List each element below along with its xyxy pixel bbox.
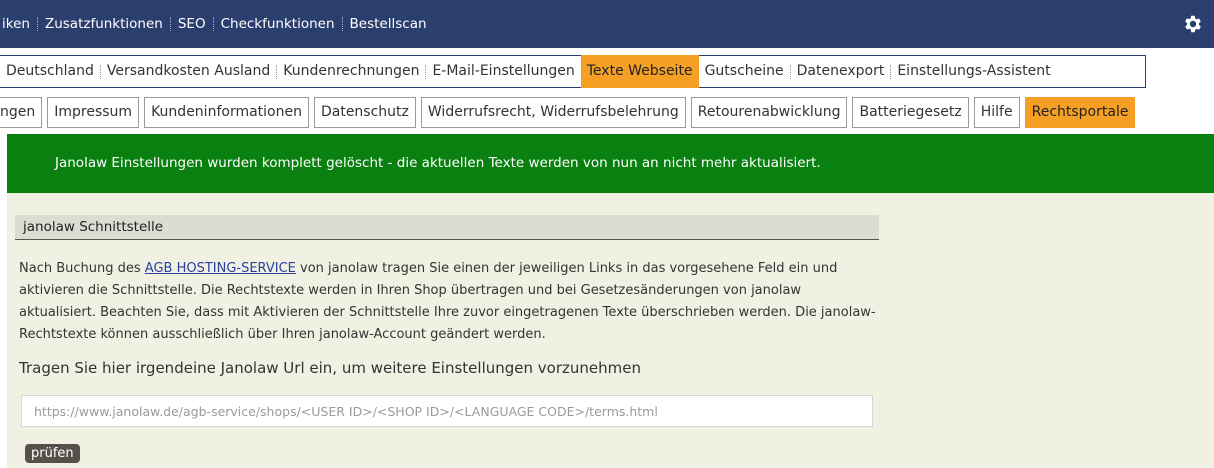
top-navigation: iken Zusatzfunktionen SEO Checkfunktione… <box>0 0 1214 48</box>
janolaw-url-input[interactable] <box>21 395 873 427</box>
settings-subnav: Deutschland Versandkosten Ausland Kunden… <box>0 55 1146 88</box>
subnav-item-email-einstellungen[interactable]: E-Mail-Einstellungen <box>426 55 580 88</box>
top-nav-item-seo[interactable]: SEO <box>171 16 213 32</box>
tab-datenschutz[interactable]: Datenschutz <box>313 97 416 128</box>
success-banner: Janolaw Einstellungen wurden komplett ge… <box>7 134 1214 193</box>
agb-hosting-service-link[interactable]: AGB HOSTING-SERVICE <box>145 261 296 276</box>
top-nav-items: iken Zusatzfunktionen SEO Checkfunktione… <box>0 0 434 48</box>
text-tabs: ngen Impressum Kundeninformationen Daten… <box>0 97 1136 128</box>
tab-hilfe[interactable]: Hilfe <box>973 97 1020 128</box>
panel-title: janolaw Schnittstelle <box>15 215 879 240</box>
content-area: janolaw Schnittstelle Nach Buchung des A… <box>7 193 1214 468</box>
description-text-start: Nach Buchung des <box>19 261 145 276</box>
tab-impressum[interactable]: Impressum <box>47 97 140 128</box>
subnav-item-kundenrechnungen[interactable]: Kundenrechnungen <box>277 55 425 88</box>
subnav-item-deutschland[interactable]: Deutschland <box>0 55 100 88</box>
subnav-item-gutscheine[interactable]: Gutscheine <box>699 55 790 88</box>
subnav-item-einstellungs-assistent[interactable]: Einstellungs-Assistent <box>891 55 1056 88</box>
panel-description: Nach Buchung des AGB HOSTING-SERVICE von… <box>19 258 879 346</box>
check-button[interactable]: prüfen <box>25 444 80 463</box>
tab-retourenabwicklung[interactable]: Retourenabwicklung <box>690 97 848 128</box>
top-nav-item-checkfunktionen[interactable]: Checkfunktionen <box>214 16 342 32</box>
subnav-item-texte-webseite[interactable]: Texte Webseite <box>580 55 699 88</box>
tab-rechtsportale[interactable]: Rechtsportale <box>1024 97 1136 128</box>
subnav-item-datenexport[interactable]: Datenexport <box>791 55 891 88</box>
tab-kundeninformationen[interactable]: Kundeninformationen <box>144 97 309 128</box>
tab-batteriegesetz[interactable]: Batteriegesetz <box>852 97 969 128</box>
top-nav-item-statistiken[interactable]: iken <box>0 16 37 32</box>
tab-widerrufsrecht[interactable]: Widerrufsrecht, Widerrufsbelehrung <box>420 97 686 128</box>
gear-icon[interactable] <box>1182 13 1204 35</box>
top-nav-item-bestellscan[interactable]: Bestellscan <box>343 16 434 32</box>
tab-bedingungen[interactable]: ngen <box>0 97 43 128</box>
url-prompt-label: Tragen Sie hier irgendeine Janolaw Url e… <box>19 359 641 377</box>
top-nav-item-zusatzfunktionen[interactable]: Zusatzfunktionen <box>38 16 170 32</box>
subnav-item-versandkosten-ausland[interactable]: Versandkosten Ausland <box>101 55 276 88</box>
